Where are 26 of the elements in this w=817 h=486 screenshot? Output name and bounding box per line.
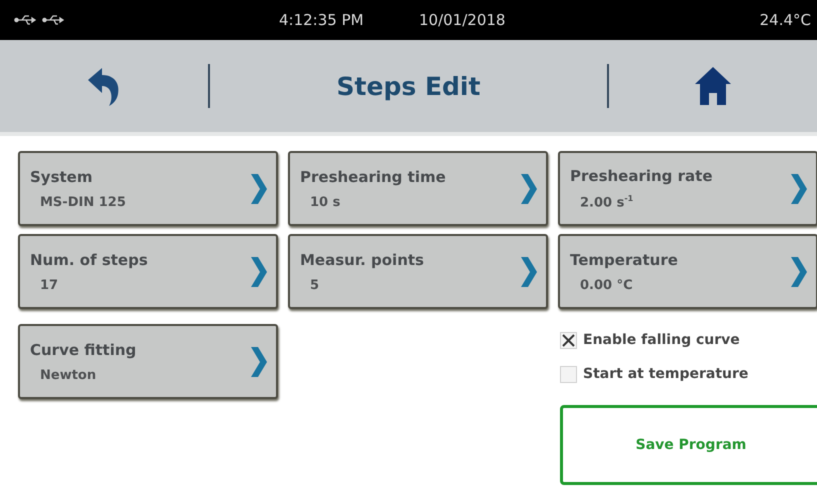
chevron-icon	[790, 172, 808, 204]
usb-icon	[14, 14, 36, 26]
parameter-button[interactable]: Num. of steps 17	[18, 234, 278, 309]
status-date: 10/01/2018	[419, 11, 506, 29]
usb-icon	[42, 14, 64, 26]
status-temperature: 24.4°C	[760, 11, 811, 29]
status-time: 4:12:35 PM	[279, 11, 365, 29]
home-button[interactable]	[694, 66, 732, 106]
checkbox[interactable]	[560, 332, 577, 348]
chevron-icon	[520, 256, 538, 288]
checkbox-label: Enable falling curve	[583, 332, 740, 348]
parameter-button[interactable]: Preshearing time 10 s	[288, 151, 548, 226]
screen-title: Steps Edit	[336, 72, 482, 100]
parameter-button[interactable]: Curve fitting Newton	[18, 324, 278, 399]
chevron-icon	[790, 256, 808, 288]
save-program-button[interactable]: Save Program	[560, 405, 817, 485]
parameter-button[interactable]: System MS-DIN 125	[18, 151, 278, 226]
parameter-button[interactable]: Measur. points 5	[288, 234, 548, 309]
chevron-icon	[250, 346, 268, 378]
checkbox-label: Start at temperature	[583, 366, 748, 382]
checkbox[interactable]	[560, 366, 577, 382]
chevron-icon	[250, 256, 268, 288]
chevron-icon	[250, 172, 268, 204]
parameter-button[interactable]: Preshearing rate 2.00 s$^{-1}$	[558, 151, 817, 226]
chevron-icon	[520, 172, 538, 204]
parameter-button[interactable]: Temperature 0.00 °C	[558, 234, 817, 309]
